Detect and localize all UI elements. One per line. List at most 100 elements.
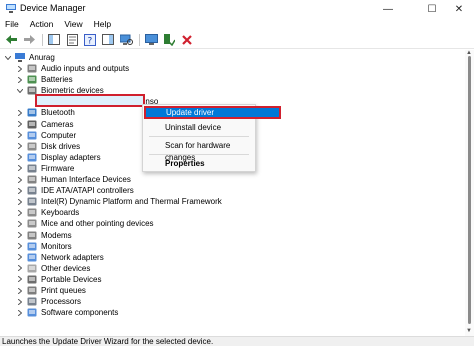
tree-item-label: Audio inputs and outputs [41, 64, 130, 73]
scroll-down-arrow-icon[interactable]: ▼ [466, 328, 472, 334]
menu-view[interactable]: View [59, 18, 87, 31]
context-update-driver[interactable]: Update driver [144, 106, 281, 119]
context-properties[interactable]: Properties [143, 158, 255, 170]
tree-category-item[interactable]: Computer [16, 130, 76, 141]
forward-button[interactable] [22, 33, 36, 47]
context-scan-hardware[interactable]: Scan for hardware changes [143, 140, 255, 162]
show-hide-console-tree-button[interactable] [47, 33, 61, 47]
chip-icon [27, 186, 37, 195]
back-button[interactable] [4, 33, 18, 47]
tree-item-label: Batteries [41, 75, 73, 85]
scan-hardware-button[interactable] [119, 33, 133, 47]
chevron-right-icon[interactable] [16, 218, 24, 229]
context-separator [149, 154, 249, 155]
context-separator [149, 136, 249, 137]
tree-category-item[interactable]: IDE ATA/ATAPI controllers [16, 185, 134, 196]
tree-category-item[interactable]: Firmware [16, 163, 74, 174]
computer-icon [15, 53, 25, 62]
tree-category-item[interactable]: Software components [16, 307, 118, 318]
tree-category-item[interactable]: Bluetooth [16, 107, 75, 118]
tree-category-item[interactable]: Disk drives [16, 141, 80, 152]
properties-toolbar-button[interactable] [65, 33, 79, 47]
chevron-down-icon[interactable] [4, 52, 12, 63]
tree-category-item[interactable]: Human Interface Devices [16, 174, 131, 185]
tree-category-item[interactable]: Modems [16, 230, 72, 241]
tree-category-item[interactable]: Mice and other pointing devices [16, 218, 154, 229]
chevron-right-icon[interactable] [16, 296, 24, 307]
chevron-right-icon[interactable] [16, 252, 24, 263]
chevron-right-icon[interactable] [16, 74, 24, 85]
chevron-right-icon[interactable] [16, 163, 24, 174]
chevron-right-icon[interactable] [16, 174, 24, 185]
chevron-right-icon[interactable] [16, 207, 24, 218]
chip-icon [27, 164, 37, 173]
status-text: Launches the Update Driver Wizard for th… [2, 337, 214, 346]
chevron-right-icon[interactable] [16, 119, 24, 130]
chevron-right-icon[interactable] [16, 307, 24, 318]
menu-help[interactable]: Help [89, 18, 116, 31]
chevron-right-icon[interactable] [16, 152, 24, 163]
chevron-down-icon[interactable] [16, 85, 24, 96]
printer-icon [27, 286, 37, 295]
scroll-thumb[interactable] [468, 56, 471, 324]
minimize-button[interactable]: — [373, 0, 403, 18]
tree-item-label: Computer [41, 130, 77, 140]
close-button[interactable]: ✕ [444, 0, 474, 18]
tree-category-item[interactable]: Processors [16, 296, 81, 307]
menu-file[interactable]: File [0, 18, 24, 31]
chevron-right-icon[interactable] [16, 185, 24, 196]
svg-text:?: ? [88, 36, 93, 46]
tree-category-item[interactable]: Other devices [16, 263, 90, 274]
tree-item-label: Monitors [41, 241, 72, 251]
toolbar: ? [0, 31, 474, 49]
action-pane-icon [102, 34, 114, 45]
tree-category-item[interactable]: Keyboards [16, 207, 79, 218]
tree-item-label: Human Interface Devices [41, 175, 131, 184]
device-tree: Anurag Audio inputs and outputs Batteries… [0, 50, 464, 336]
chevron-right-icon[interactable] [16, 63, 24, 74]
tree-category-item[interactable]: Print queues [16, 285, 86, 296]
tree-item-label: Other devices [41, 263, 91, 273]
tree-category-item[interactable]: Network adapters [16, 252, 104, 263]
update-driver-toolbar-button[interactable] [144, 33, 158, 47]
tree-item-label: Processors [41, 297, 82, 307]
tree-item-label: Keyboards [41, 208, 80, 218]
tree-category-item[interactable]: Cameras [16, 119, 73, 130]
tree-category-item[interactable]: Batteries [16, 74, 73, 85]
properties-icon [66, 33, 78, 46]
uninstall-device-button[interactable] [180, 33, 194, 47]
chevron-right-icon[interactable] [16, 141, 24, 152]
camera-icon [27, 120, 37, 129]
chevron-right-icon[interactable] [16, 241, 24, 252]
context-uninstall-device[interactable]: Uninstall device [143, 122, 255, 134]
tree-root[interactable]: Anurag [4, 52, 55, 63]
battery-icon [27, 75, 37, 84]
context-menu: Update driver Uninstall device Scan for … [142, 104, 281, 172]
enable-device-button[interactable] [162, 33, 176, 47]
chevron-right-icon[interactable] [16, 107, 24, 118]
tree-item-label: Modems [41, 230, 72, 240]
tree-item-label: Cameras [41, 119, 74, 129]
chevron-right-icon[interactable] [16, 263, 24, 274]
menu-action[interactable]: Action [25, 18, 59, 31]
tree-category-item[interactable]: Intel(R) Dynamic Platform and Thermal Fr… [16, 196, 222, 207]
tree-item-label: Print queues [41, 286, 86, 295]
tree-item-label: Bluetooth [41, 108, 75, 118]
tree-category-item[interactable]: Portable Devices [16, 274, 101, 285]
vertical-scrollbar[interactable]: ▲ ▼ [465, 50, 474, 336]
bluetooth-icon [27, 108, 37, 117]
chevron-right-icon[interactable] [16, 196, 24, 207]
chevron-right-icon[interactable] [16, 285, 24, 296]
mouse-icon [27, 219, 37, 228]
title-bar: Device Manager — ☐ ✕ [0, 0, 474, 18]
maximize-button[interactable]: ☐ [417, 0, 447, 18]
tree-category-item[interactable]: Monitors [16, 241, 72, 252]
chevron-right-icon[interactable] [16, 274, 24, 285]
action-pane-button[interactable] [101, 33, 115, 47]
help-toolbar-button[interactable]: ? [83, 33, 97, 47]
tree-category-item[interactable]: Audio inputs and outputs [16, 63, 129, 74]
tree-category-item[interactable]: Display adapters [16, 152, 101, 163]
tree-item-label: Firmware [41, 163, 75, 173]
chevron-right-icon[interactable] [16, 230, 24, 241]
chevron-right-icon[interactable] [16, 130, 24, 141]
